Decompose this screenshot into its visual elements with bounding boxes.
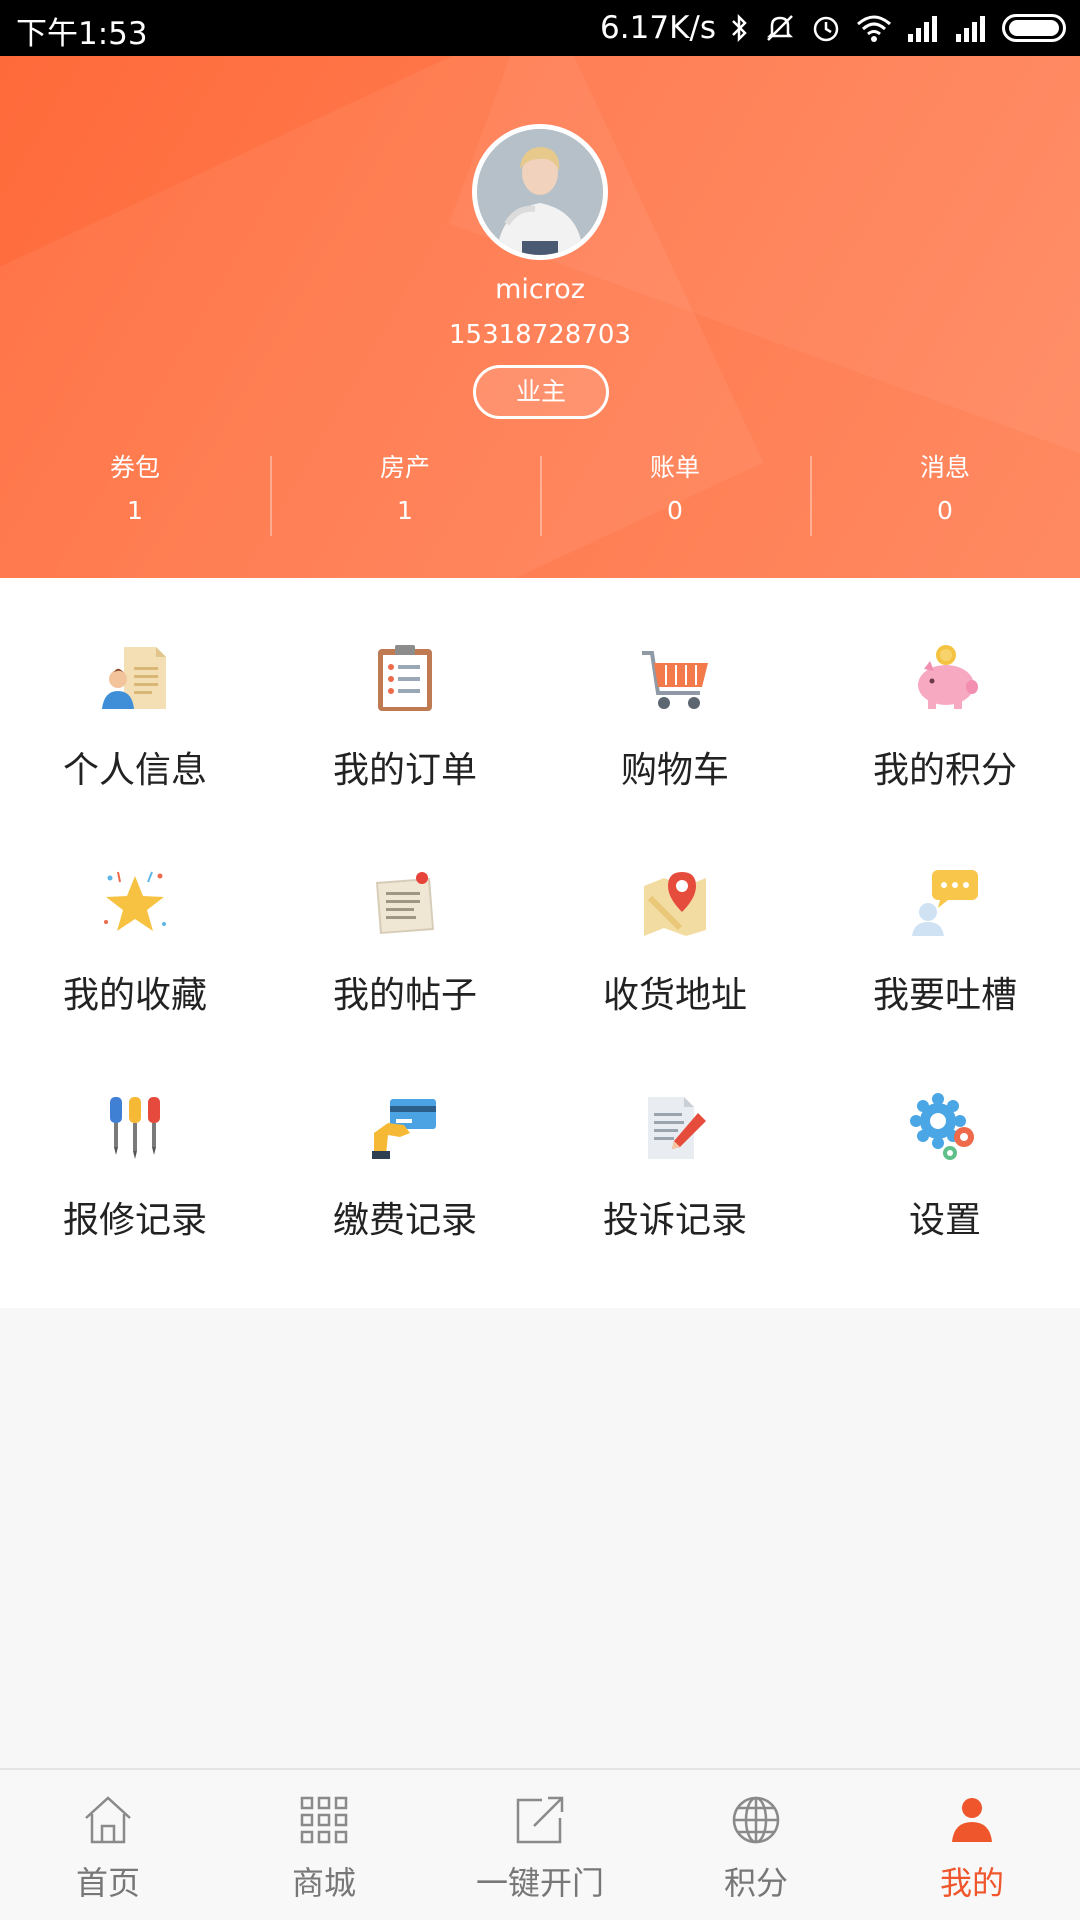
stat-label: 消息 bbox=[919, 453, 970, 482]
avatar[interactable] bbox=[472, 124, 608, 260]
document-pen-icon bbox=[648, 1097, 706, 1159]
menu-favorites[interactable]: 我的收藏 bbox=[0, 803, 270, 1028]
home-icon bbox=[85, 1796, 131, 1844]
person-icon bbox=[952, 1798, 992, 1842]
bluetooth-icon bbox=[732, 13, 747, 43]
share-out-icon bbox=[516, 1796, 564, 1844]
role-badge[interactable]: 业主 bbox=[473, 365, 609, 419]
tab-label: 首页 bbox=[75, 1864, 140, 1902]
screwdrivers-icon bbox=[110, 1097, 160, 1159]
menu-settings[interactable]: 设置 bbox=[810, 1028, 1080, 1253]
person-document-icon bbox=[102, 647, 166, 709]
menu-complaint-records[interactable]: 投诉记录 bbox=[540, 1028, 810, 1253]
note-icon bbox=[376, 872, 434, 934]
credit-card-icon bbox=[372, 1099, 436, 1159]
stat-property[interactable]: 房产 1 bbox=[270, 448, 540, 538]
status-time: 下午1:53 bbox=[16, 16, 148, 52]
stats-row: 券包 1 房产 1 账单 0 消息 0 bbox=[0, 448, 1080, 538]
phone-number: 15318728703 bbox=[449, 320, 631, 350]
signal-icon bbox=[956, 16, 985, 42]
stat-value: 1 bbox=[127, 496, 143, 525]
menu-label: 投诉记录 bbox=[602, 1200, 747, 1241]
stat-label: 账单 bbox=[649, 453, 700, 482]
menu-repair-records[interactable]: 报修记录 bbox=[0, 1028, 270, 1253]
stat-messages[interactable]: 消息 0 bbox=[810, 448, 1080, 538]
menu-my-points[interactable]: 我的积分 bbox=[810, 578, 1080, 803]
stat-value: 1 bbox=[397, 496, 413, 525]
stat-bills[interactable]: 账单 0 bbox=[540, 448, 810, 538]
menu-shipping-address[interactable]: 收货地址 bbox=[540, 803, 810, 1028]
menu-label: 设置 bbox=[908, 1200, 981, 1241]
status-icons: 6.17K/s bbox=[600, 8, 1066, 48]
battery-icon bbox=[1002, 14, 1066, 42]
star-icon bbox=[104, 871, 166, 931]
stat-label: 券包 bbox=[109, 453, 160, 482]
menu-personal-info[interactable]: 个人信息 bbox=[0, 578, 270, 803]
menu-feedback[interactable]: 我要吐槽 bbox=[810, 803, 1080, 1028]
menu-grid: 个人信息 我的订单 购物车 我的积分 我的收藏 我的帖子 收货地址 我要吐槽 报… bbox=[0, 578, 1080, 1308]
profile-header: microz 15318728703 业主 券包 1 房产 1 账单 0 消息 … bbox=[0, 56, 1080, 578]
menu-label: 我的订单 bbox=[332, 750, 477, 791]
silent-icon bbox=[766, 15, 794, 41]
menu-shopping-cart[interactable]: 购物车 bbox=[540, 578, 810, 803]
tab-open-door[interactable]: 一键开门 bbox=[432, 1770, 648, 1920]
chat-bubble-icon bbox=[912, 870, 978, 936]
tab-mine[interactable]: 我的 bbox=[864, 1770, 1080, 1920]
piggy-bank-icon bbox=[918, 645, 978, 709]
stat-label: 房产 bbox=[379, 453, 430, 482]
globe-icon bbox=[732, 1796, 780, 1844]
wifi-icon bbox=[857, 15, 891, 42]
menu-label: 我的帖子 bbox=[332, 975, 477, 1016]
tab-label: 一键开门 bbox=[475, 1864, 604, 1902]
menu-label: 我的积分 bbox=[872, 750, 1017, 791]
status-bar: 下午1:53 6.17K/s bbox=[0, 0, 1080, 56]
signal-icon bbox=[908, 16, 937, 42]
menu-label: 我要吐槽 bbox=[872, 975, 1017, 1016]
menu-label: 缴费记录 bbox=[332, 1200, 477, 1241]
stat-coupons[interactable]: 券包 1 bbox=[0, 448, 270, 538]
stat-value: 0 bbox=[667, 496, 683, 525]
tab-home[interactable]: 首页 bbox=[0, 1770, 216, 1920]
map-pin-icon bbox=[644, 872, 706, 936]
shopping-cart-icon bbox=[642, 651, 708, 709]
stat-value: 0 bbox=[937, 496, 953, 525]
network-speed: 6.17K/s bbox=[600, 10, 716, 46]
menu-payment-records[interactable]: 缴费记录 bbox=[270, 1028, 540, 1253]
menu-label: 购物车 bbox=[620, 750, 729, 791]
menu-label: 报修记录 bbox=[62, 1200, 207, 1241]
menu-label: 收货地址 bbox=[602, 975, 747, 1016]
tab-points[interactable]: 积分 bbox=[648, 1770, 864, 1920]
tab-label: 我的 bbox=[939, 1864, 1004, 1902]
tab-mall[interactable]: 商城 bbox=[216, 1770, 432, 1920]
clipboard-icon bbox=[378, 645, 432, 711]
bottom-tab-bar: 首页 商城 一键开门 积分 我的 bbox=[0, 1768, 1080, 1920]
username: microz bbox=[495, 274, 585, 305]
menu-label: 个人信息 bbox=[62, 750, 207, 791]
gears-icon bbox=[910, 1093, 974, 1160]
menu-my-orders[interactable]: 我的订单 bbox=[270, 578, 540, 803]
menu-my-posts[interactable]: 我的帖子 bbox=[270, 803, 540, 1028]
alarm-icon bbox=[813, 16, 839, 42]
tab-label: 商城 bbox=[291, 1864, 356, 1902]
menu-label: 我的收藏 bbox=[62, 975, 207, 1016]
tab-label: 积分 bbox=[723, 1864, 788, 1902]
grid-icon bbox=[300, 1796, 348, 1844]
